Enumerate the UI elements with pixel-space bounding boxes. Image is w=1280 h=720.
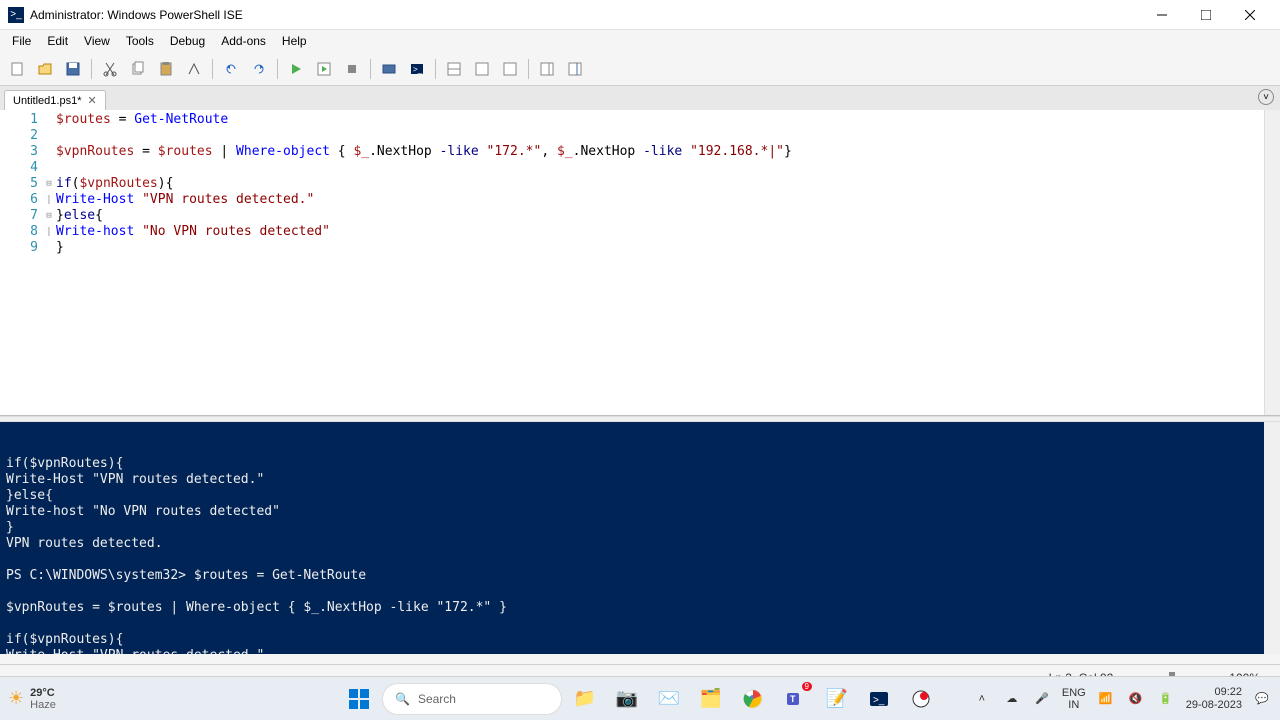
svg-text:>_: >_: [873, 695, 885, 706]
folder-icon[interactable]: 🗂️: [692, 680, 730, 718]
tab-bar: Untitled1.ps1* ✕ ˅: [0, 86, 1280, 110]
weather-widget[interactable]: ☀ 29°C Haze: [8, 687, 56, 711]
taskbar-search[interactable]: 🔍 Search: [382, 683, 562, 715]
window-title: Administrator: Windows PowerShell ISE: [30, 8, 1140, 22]
code-area[interactable]: $routes = Get-NetRoute$vpnRoutes = $rout…: [54, 110, 1280, 415]
app-icon: >_: [8, 7, 24, 23]
clock[interactable]: 09:22 29-08-2023: [1186, 686, 1242, 712]
wifi-icon[interactable]: 📶: [1096, 692, 1116, 705]
weather-desc: Haze: [30, 699, 56, 711]
layout-3-icon[interactable]: [497, 56, 523, 82]
script-pane-toggle-icon[interactable]: ˅: [1258, 89, 1274, 105]
language-indicator[interactable]: ENG IN: [1062, 687, 1086, 711]
clear-icon[interactable]: [181, 56, 207, 82]
sun-icon: ☀: [8, 688, 24, 709]
open-file-icon[interactable]: [32, 56, 58, 82]
chrome-icon[interactable]: [734, 680, 772, 718]
menu-help[interactable]: Help: [274, 32, 315, 50]
console-scrollbar[interactable]: [1264, 422, 1280, 654]
mail-icon[interactable]: ✉️: [650, 680, 688, 718]
run-script-icon[interactable]: [283, 56, 309, 82]
volume-icon[interactable]: 🔇: [1126, 692, 1146, 705]
fold-column[interactable]: ⊟|⊟|: [44, 110, 54, 415]
paste-icon[interactable]: [153, 56, 179, 82]
recording-icon[interactable]: [902, 680, 940, 718]
save-icon[interactable]: [60, 56, 86, 82]
minimize-button[interactable]: [1140, 0, 1184, 30]
file-explorer-icon[interactable]: 📁: [566, 680, 604, 718]
tab-close-icon[interactable]: ✕: [88, 94, 97, 107]
editor-scrollbar[interactable]: [1264, 110, 1280, 415]
line-gutter: 123456789: [0, 110, 44, 415]
menu-view[interactable]: View: [76, 32, 118, 50]
search-placeholder: Search: [418, 692, 456, 706]
redo-icon[interactable]: [246, 56, 272, 82]
menubar: File Edit View Tools Debug Add-ons Help: [0, 30, 1280, 52]
run-selection-icon[interactable]: [311, 56, 337, 82]
microphone-icon[interactable]: 🎤: [1032, 692, 1052, 705]
notifications-icon[interactable]: 💬: [1252, 692, 1272, 705]
taskbar: ☀ 29°C Haze 🔍 Search 📁 📷 ✉️ 🗂️ T 📝 >_ ˄ …: [0, 676, 1280, 720]
tab-label: Untitled1.ps1*: [13, 95, 82, 107]
remote-icon[interactable]: [376, 56, 402, 82]
camera-app-icon[interactable]: 📷: [608, 680, 646, 718]
menu-file[interactable]: File: [4, 32, 39, 50]
undo-icon[interactable]: [218, 56, 244, 82]
maximize-button[interactable]: [1184, 0, 1228, 30]
console-pane[interactable]: if($vpnRoutes){Write-Host "VPN routes de…: [0, 422, 1280, 654]
layout-2-icon[interactable]: [469, 56, 495, 82]
toolbar: >_: [0, 52, 1280, 86]
script-editor[interactable]: 123456789 ⊟|⊟| $routes = Get-NetRoute$vp…: [0, 110, 1280, 416]
menu-debug[interactable]: Debug: [162, 32, 213, 50]
close-button[interactable]: [1228, 0, 1272, 30]
stop-icon[interactable]: [339, 56, 365, 82]
menu-addons[interactable]: Add-ons: [213, 32, 274, 50]
command-addon-icon[interactable]: [562, 56, 588, 82]
svg-text:T: T: [790, 694, 796, 704]
layout-1-icon[interactable]: [441, 56, 467, 82]
cut-icon[interactable]: [97, 56, 123, 82]
menu-edit[interactable]: Edit: [39, 32, 76, 50]
powershell-icon[interactable]: >_: [404, 56, 430, 82]
menu-tools[interactable]: Tools: [118, 32, 162, 50]
tray-chevron-icon[interactable]: ˄: [972, 693, 992, 705]
time: 09:22: [1186, 686, 1242, 699]
search-icon: 🔍: [395, 692, 410, 706]
script-tab[interactable]: Untitled1.ps1* ✕: [4, 90, 106, 110]
onedrive-icon[interactable]: ☁: [1002, 692, 1022, 705]
date: 29-08-2023: [1186, 699, 1242, 712]
start-button[interactable]: [340, 680, 378, 718]
powershell-taskbar-icon[interactable]: >_: [860, 680, 898, 718]
teams-icon[interactable]: T: [776, 680, 814, 718]
notepad-icon[interactable]: 📝: [818, 680, 856, 718]
battery-icon[interactable]: 🔋: [1156, 692, 1176, 705]
weather-temp: 29°C: [30, 687, 56, 699]
new-file-icon[interactable]: [4, 56, 30, 82]
svg-text:>_: >_: [413, 65, 423, 74]
command-pane-icon[interactable]: [534, 56, 560, 82]
titlebar: >_ Administrator: Windows PowerShell ISE: [0, 0, 1280, 30]
copy-icon[interactable]: [125, 56, 151, 82]
